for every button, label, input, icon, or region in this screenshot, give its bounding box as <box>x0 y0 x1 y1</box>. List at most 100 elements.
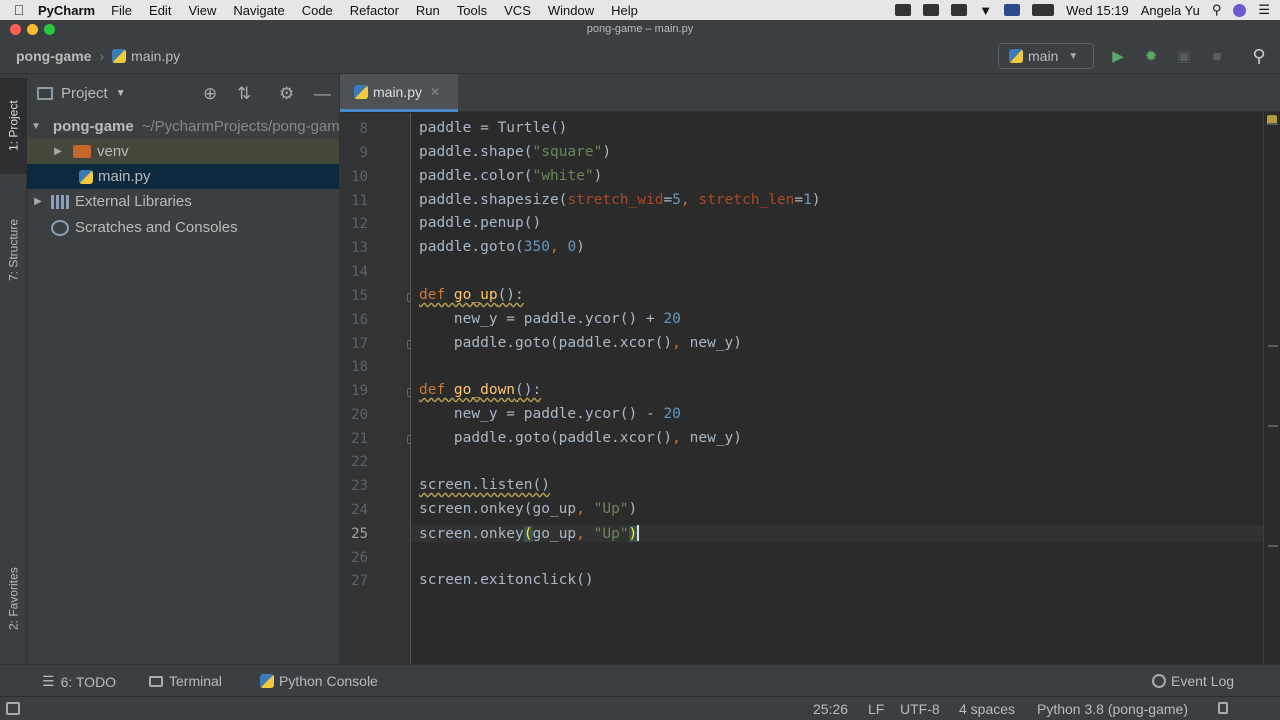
tool-tab-structure-label: 7: Structure <box>6 218 21 282</box>
menu-vcs[interactable]: VCS <box>504 3 531 18</box>
locate-file-icon[interactable]: ⊕ <box>203 84 217 104</box>
line-number: 20 <box>351 407 368 423</box>
menu-edit[interactable]: Edit <box>149 3 171 18</box>
tool-window-event-log[interactable]: Event Log <box>1152 673 1234 689</box>
notification-center-icon[interactable]: ☰ <box>1258 2 1270 18</box>
hide-panel-icon[interactable]: — <box>314 84 331 104</box>
debug-icon[interactable]: ✹ <box>1141 46 1161 66</box>
collapsed-arrow-icon[interactable]: ▶ <box>31 196 45 207</box>
settings-gear-icon[interactable]: ⚙ <box>279 84 294 104</box>
line-number: 17 <box>351 336 368 352</box>
line-number: 8 <box>359 121 368 137</box>
python-interpreter[interactable]: Python 3.8 (pong-game) <box>1037 701 1188 717</box>
warning-marker[interactable] <box>1268 345 1278 347</box>
python-file-icon <box>112 48 127 63</box>
menu-run[interactable]: Run <box>416 3 440 18</box>
tool-window-terminal[interactable]: Terminal <box>149 673 222 689</box>
status-bar: 25:26 LF UTF-8 4 spaces Python 3.8 (pong… <box>0 696 1280 720</box>
editor-tab-bar: main.py ✕ <box>340 74 1280 112</box>
code-line-23: screen.listen() <box>419 477 550 493</box>
menu-refactor[interactable]: Refactor <box>350 3 399 18</box>
stop-icon[interactable]: ■ <box>1207 46 1227 66</box>
wifi-icon[interactable]: ▼ <box>979 3 992 18</box>
user-name[interactable]: Angela Yu <box>1141 3 1200 18</box>
menu-help[interactable]: Help <box>611 3 638 18</box>
chevron-down-icon[interactable]: ▼ <box>116 88 126 99</box>
menu-bar-tray: ▼ Wed 15:19 Angela Yu ⚲ ☰ <box>895 0 1270 20</box>
file-encoding[interactable]: UTF-8 <box>900 701 940 717</box>
tool-tab-favorites[interactable]: 2: Favorites <box>0 544 27 654</box>
collapsed-arrow-icon[interactable]: ▶ <box>51 146 65 157</box>
search-everywhere-icon[interactable]: ⚲ <box>1249 46 1269 66</box>
siri-icon[interactable] <box>1233 3 1247 17</box>
breadcrumb-separator: › <box>99 47 105 64</box>
menu-navigate[interactable]: Navigate <box>233 3 284 18</box>
project-panel: Project ▼ ⊕ ⇅ ⚙ — ▼ pong-game ~/PycharmP… <box>27 74 340 664</box>
minimize-window-icon[interactable] <box>27 24 38 35</box>
run-icon[interactable]: ▶ <box>1108 46 1128 66</box>
tree-item-main-py[interactable]: main.py <box>27 164 339 189</box>
camera-icon[interactable] <box>951 4 968 16</box>
lock-icon[interactable] <box>1218 702 1228 714</box>
app-menu[interactable]: PyCharm <box>38 3 95 18</box>
battery-icon[interactable] <box>1032 4 1055 16</box>
clock[interactable]: Wed 15:19 <box>1066 3 1129 18</box>
warning-marker[interactable] <box>1268 123 1278 125</box>
code-line-27: screen.exitonclick() <box>419 572 594 588</box>
code-line-20: new_y = paddle.ycor() - 20 <box>419 406 681 422</box>
tool-window-todo[interactable]: ☰ 6: TODO <box>42 673 116 690</box>
bottom-tool-bar: ☰ 6: TODO Terminal Python Console Event … <box>0 664 1280 696</box>
tool-window-event-log-label: Event Log <box>1171 673 1235 689</box>
tool-tab-project[interactable]: 1: Project <box>0 78 27 174</box>
keyboard-flag-icon[interactable] <box>1004 4 1021 16</box>
spotlight-search-icon[interactable]: ⚲ <box>1212 2 1222 18</box>
close-tab-icon[interactable]: ✕ <box>430 85 440 99</box>
text-caret <box>637 525 640 541</box>
line-number: 19 <box>351 383 368 399</box>
caret-position[interactable]: 25:26 <box>813 701 848 717</box>
line-number: 26 <box>351 550 368 566</box>
tree-item-external-libraries[interactable]: ▶ External Libraries <box>27 189 339 214</box>
tree-item-pong-game[interactable]: ▼ pong-game ~/PycharmProjects/pong-game <box>27 114 339 139</box>
project-panel-title[interactable]: Project <box>61 85 108 102</box>
screen-record-icon[interactable] <box>895 4 912 16</box>
editor-gutter[interactable]: 8 9 10 11 12 13 14 15 16 17 18 19 20 21 … <box>340 113 416 664</box>
editor-error-stripe[interactable] <box>1263 113 1280 664</box>
line-number: 10 <box>351 169 368 185</box>
close-window-icon[interactable] <box>10 24 21 35</box>
warning-marker[interactable] <box>1268 425 1278 427</box>
tree-item-venv[interactable]: ▶ venv <box>27 139 339 164</box>
editor-tab-main-py[interactable]: main.py ✕ <box>340 74 458 112</box>
line-separator[interactable]: LF <box>868 701 884 717</box>
menu-file[interactable]: File <box>111 3 132 18</box>
warning-marker[interactable] <box>1268 545 1278 547</box>
menu-view[interactable]: View <box>188 3 216 18</box>
line-number: 13 <box>351 240 368 256</box>
run-with-coverage-icon[interactable]: ▣ <box>1174 46 1194 66</box>
tool-window-python-console[interactable]: Python Console <box>260 673 378 689</box>
tree-item-label: Scratches and Consoles <box>75 219 238 236</box>
display-icon[interactable] <box>923 4 940 16</box>
tool-tab-structure[interactable]: 7: Structure <box>0 196 27 304</box>
apple-menu-icon[interactable]:  <box>0 2 38 18</box>
breadcrumb-file[interactable]: main.py <box>131 48 180 64</box>
run-configuration-select[interactable]: main ▼ <box>998 43 1094 69</box>
tool-window-terminal-label: Terminal <box>169 673 222 689</box>
code-editor[interactable]: paddle = Turtle() paddle.shape("square")… <box>411 113 1263 664</box>
code-line-17: paddle.goto(paddle.xcor(), new_y) <box>419 335 743 351</box>
breadcrumb-project[interactable]: pong-game <box>16 48 91 64</box>
code-line-19: def go_down(): <box>419 382 542 398</box>
tree-item-scratches[interactable]: Scratches and Consoles <box>27 215 339 240</box>
menu-code[interactable]: Code <box>302 3 333 18</box>
line-number: 22 <box>351 454 368 470</box>
maximize-window-icon[interactable] <box>44 24 55 35</box>
expanded-arrow-icon[interactable]: ▼ <box>31 121 41 132</box>
line-number: 18 <box>351 359 368 375</box>
line-number: 23 <box>351 478 368 494</box>
tool-window-python-console-label: Python Console <box>279 673 378 689</box>
collapse-all-icon[interactable]: ⇅ <box>237 84 251 104</box>
status-toggle-icon[interactable] <box>6 702 20 715</box>
menu-tools[interactable]: Tools <box>457 3 487 18</box>
menu-window[interactable]: Window <box>548 3 594 18</box>
indent-setting[interactable]: 4 spaces <box>959 701 1015 717</box>
